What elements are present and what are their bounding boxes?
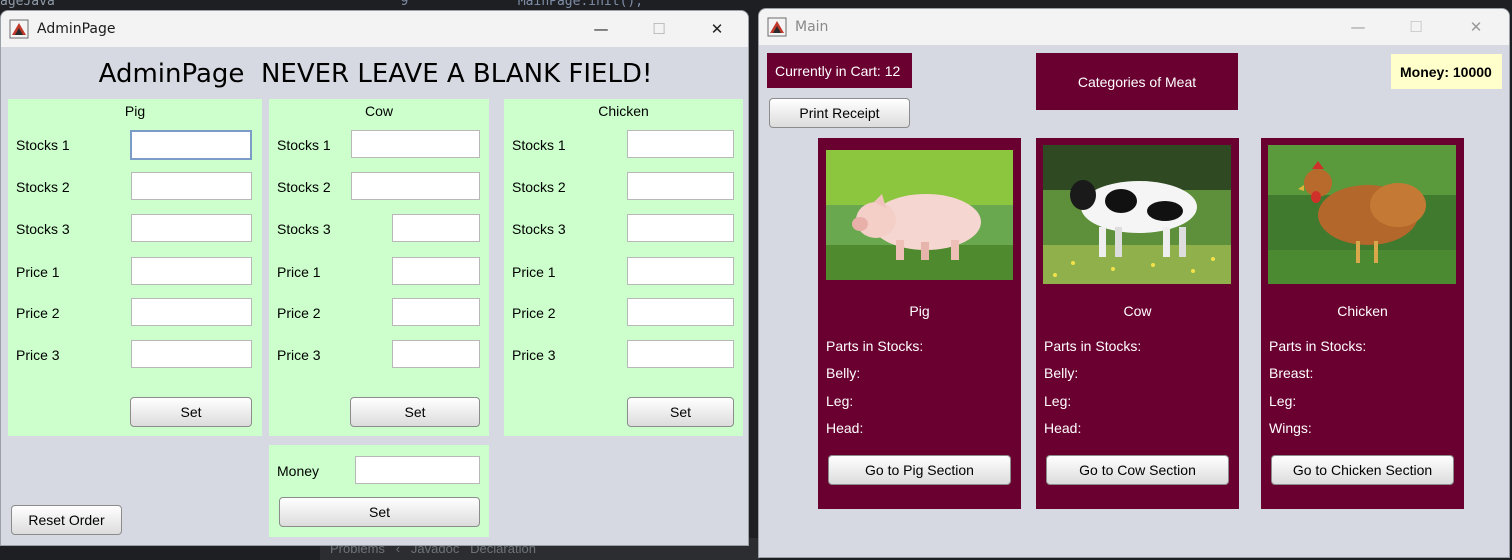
chicken-price2-field[interactable] [627,298,734,326]
pig-card-name: Pig [909,303,930,319]
main-window-title: Main [795,19,829,35]
go-to-pig-section-button[interactable]: Go to Pig Section [828,455,1011,485]
main-titlebar[interactable]: Main — ☐ ✕ [759,9,1509,45]
ide-side-fragment: ageJava [0,0,55,9]
cow-parts-heading: Parts in Stocks: [1044,338,1142,354]
go-to-cow-section-button[interactable]: Go to Cow Section [1046,455,1229,485]
chicken-price1-field[interactable] [627,257,734,285]
pig-price2-label: Price 2 [16,305,60,321]
maximize-button[interactable]: ☐ [636,11,682,47]
pig-price2-field[interactable] [131,298,252,326]
chicken-stocks3-label: Stocks 3 [512,221,566,237]
cow-stocks1-field[interactable] [351,130,480,158]
cow-part-leg: Leg: [1044,393,1072,409]
money-label: Money [277,463,320,479]
pig-card: Pig Parts in Stocks: Belly: Leg: Head: G… [818,138,1021,509]
cow-set-button[interactable]: Set [350,397,480,427]
chicken-price3-label: Price 3 [512,347,556,363]
chicken-panel-title: Chicken [598,103,649,119]
pig-stocks1-label: Stocks 1 [16,137,70,153]
cow-price3-field[interactable] [392,340,480,368]
admin-window: AdminPage — ☐ ✕ AdminPage NEVER LEAVE A … [0,10,749,546]
close-button[interactable]: ✕ [694,11,740,47]
chicken-part-breast: Breast: [1269,365,1314,381]
chicken-stocks1-field[interactable] [627,130,734,158]
money-admin-panel: Money Set [269,445,489,537]
close-button[interactable]: ✕ [1453,9,1499,45]
chicken-part-leg: Leg: [1269,393,1297,409]
maximize-button[interactable]: ☐ [1393,9,1439,45]
cow-part-belly: Belly: [1044,365,1079,381]
chicken-photo [1268,145,1456,284]
pig-price3-label: Price 3 [16,347,60,363]
money-display: Money: 10000 [1391,54,1502,89]
money-field[interactable] [355,456,480,484]
admin-heading: AdminPage NEVER LEAVE A BLANK FIELD! [98,59,653,89]
pig-stocks3-field[interactable] [131,214,252,242]
cow-stocks1-label: Stocks 1 [277,137,331,153]
minimize-button[interactable]: — [578,11,624,47]
pig-admin-panel: Pig Stocks 1 Stocks 2 Stocks 3 Price 1 P… [8,99,262,436]
chicken-set-button[interactable]: Set [627,397,734,427]
chicken-part-wings: Wings: [1269,420,1312,436]
admin-window-title: AdminPage [37,21,116,37]
pig-panel-title: Pig [124,103,146,119]
cart-status: Currently in Cart: 12 [767,53,912,88]
minimize-button[interactable]: — [1335,9,1381,45]
pig-stocks1-field[interactable] [130,130,252,160]
chicken-stocks2-field[interactable] [627,172,734,200]
categories-title: Categories of Meat [1036,53,1238,110]
java-app-icon [767,17,787,37]
pig-part-belly: Belly: [826,365,861,381]
java-app-icon [9,19,29,39]
cow-stocks2-field[interactable] [351,172,480,200]
cow-photo [1043,145,1231,284]
pig-price1-label: Price 1 [16,264,60,280]
print-receipt-button[interactable]: Print Receipt [769,98,910,128]
pig-parts-heading: Parts in Stocks: [826,338,924,354]
chicken-card: Chicken Parts in Stocks: Breast: Leg: Wi… [1261,138,1464,509]
pig-price3-field[interactable] [131,340,252,368]
chicken-price1-label: Price 1 [512,264,556,280]
chicken-parts-heading: Parts in Stocks: [1269,338,1367,354]
cow-card-name: Cow [1123,303,1152,319]
cow-stocks3-label: Stocks 3 [277,221,331,237]
cow-card: Cow Parts in Stocks: Belly: Leg: Head: G… [1036,138,1239,509]
pig-part-leg: Leg: [826,393,854,409]
cow-stocks2-label: Stocks 2 [277,179,331,195]
chicken-price3-field[interactable] [627,340,734,368]
pig-set-button[interactable]: Set [130,397,252,427]
cow-panel-title: Cow [364,103,393,119]
reset-order-button[interactable]: Reset Order [11,505,122,535]
chicken-price2-label: Price 2 [512,305,556,321]
pig-stocks2-label: Stocks 2 [16,179,70,195]
chicken-stocks2-label: Stocks 2 [512,179,566,195]
admin-titlebar[interactable]: AdminPage — ☐ ✕ [1,11,748,47]
chicken-card-name: Chicken [1337,303,1388,319]
main-window: Main — ☐ ✕ Currently in Cart: 12 Print R… [758,8,1510,558]
cow-price2-field[interactable] [392,298,480,326]
pig-stocks2-field[interactable] [131,172,252,200]
chicken-stocks1-label: Stocks 1 [512,137,566,153]
money-set-button[interactable]: Set [279,497,480,527]
cow-stocks3-field[interactable] [392,214,480,242]
pig-price1-field[interactable] [131,257,252,285]
cow-price2-label: Price 2 [277,305,321,321]
cow-admin-panel: Cow Stocks 1 Stocks 2 Stocks 3 Price 1 P… [269,99,489,436]
pig-stocks3-label: Stocks 3 [16,221,70,237]
pig-photo [826,150,1013,280]
chicken-admin-panel: Chicken Stocks 1 Stocks 2 Stocks 3 Price… [504,99,743,436]
pig-part-head: Head: [826,420,864,436]
chicken-stocks3-field[interactable] [627,214,734,242]
ide-code-line: 9 MainPage.init(); [330,0,644,9]
cow-part-head: Head: [1044,420,1082,436]
cow-price3-label: Price 3 [277,347,321,363]
cow-price1-label: Price 1 [277,264,321,280]
cow-price1-field[interactable] [392,257,480,285]
go-to-chicken-section-button[interactable]: Go to Chicken Section [1271,455,1454,485]
